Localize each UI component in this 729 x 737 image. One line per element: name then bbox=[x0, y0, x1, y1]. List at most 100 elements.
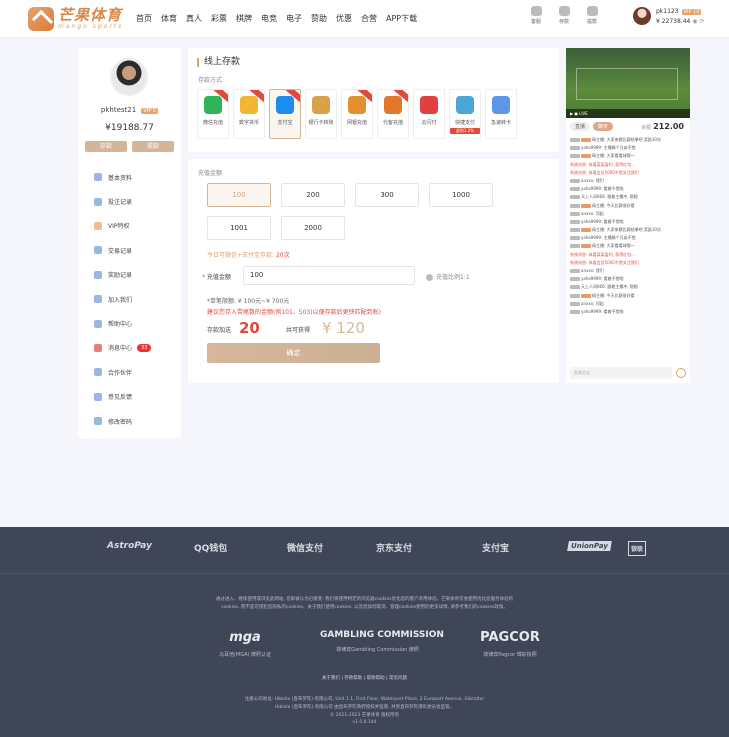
user-level-tag bbox=[570, 187, 580, 192]
gambling-commission-logo: GAMBLING COMMISSION bbox=[320, 630, 444, 640]
chat-message-text: anxxx: 顶起 bbox=[581, 300, 604, 306]
nav-live-casino[interactable]: 真人 bbox=[186, 13, 202, 24]
profile-menu: 基本资料 投注记录 VIP特权 交易记录 奖励记录 加入我们 帮助中心 消息中心… bbox=[94, 165, 152, 433]
withdraw-header-button[interactable]: 提款 bbox=[584, 6, 600, 25]
input-label-text: 充值金额 bbox=[206, 274, 231, 281]
footer-links[interactable]: 关于我们 | 存款帮助 | 取款帮助 | 常见问题 bbox=[0, 675, 729, 681]
video-control-bar[interactable]: ▶ ● LIVE bbox=[566, 109, 690, 118]
chat-message: 系统消息: 恭喜会员5000不错关注我们 bbox=[570, 259, 688, 267]
deposit-method-list: 微信充值 数字货币 支付宝 银行卡转账 网银充值 代客充值 云闪付 快捷支付 返利… bbox=[197, 89, 517, 139]
method-label-text: 快捷支付 bbox=[454, 120, 475, 126]
header-avatar[interactable] bbox=[633, 7, 651, 25]
method-agent-deposit[interactable]: 代客充值 bbox=[377, 89, 409, 139]
chat-message-text: 系统消息: 恭喜会员5000不错关注我们 bbox=[570, 169, 639, 175]
pagcor-license[interactable]: PAGCOR 菲律宾Pagcor 博彩执照 bbox=[465, 630, 555, 658]
chat-input[interactable]: 发表言论 bbox=[570, 367, 672, 379]
tab-chat[interactable]: 聊天 bbox=[593, 122, 614, 131]
vip-icon bbox=[94, 221, 102, 230]
nav-esports[interactable]: 电竞 bbox=[261, 13, 277, 24]
logo-title: 芒果体育 bbox=[58, 6, 123, 24]
menu-item-rewards[interactable]: 奖励记录 bbox=[94, 263, 151, 287]
chat-message-text: yaho9999: 主播踢个兄弟不错 bbox=[581, 145, 636, 151]
menu-item-join-us[interactable]: 加入我们 bbox=[94, 287, 151, 311]
menu-item-profile[interactable]: 基本资料 bbox=[94, 165, 151, 189]
eye-icon[interactable]: ◉ bbox=[692, 18, 697, 25]
method-unionpay-quickpass[interactable]: 云闪付 bbox=[413, 89, 445, 139]
crypto-icon bbox=[240, 96, 258, 114]
amount-option-1000[interactable]: 1000 bbox=[429, 183, 493, 207]
menu-item-partners[interactable]: 合作伙伴 bbox=[94, 360, 151, 384]
method-bank-transfer[interactable]: 银行卡转账 bbox=[305, 89, 337, 139]
ratio-text: 充值比例1:1 bbox=[436, 274, 470, 281]
reward-icon bbox=[94, 270, 102, 279]
money-bag-icon bbox=[384, 96, 402, 114]
deposit-amount-input[interactable]: 100 bbox=[243, 266, 415, 285]
confirm-button[interactable]: 确定 bbox=[207, 343, 380, 363]
mango-logo-icon bbox=[28, 7, 54, 31]
method-wechat[interactable]: 微信充值 bbox=[197, 89, 229, 139]
nav-affiliate[interactable]: 合营 bbox=[361, 13, 377, 24]
chat-message: anxxx: 顶起 bbox=[570, 210, 688, 218]
mga-license[interactable]: mga 马耳他(MGA) 牌照认证 bbox=[200, 630, 290, 658]
deposit-header-button[interactable]: 存款 bbox=[556, 6, 572, 25]
amount-option-2000[interactable]: 2000 bbox=[281, 216, 345, 240]
join-icon bbox=[94, 295, 102, 304]
nav-lottery[interactable]: 彩票 bbox=[211, 13, 227, 24]
user-icon bbox=[94, 173, 102, 182]
menu-item-messages[interactable]: 消息中心 33 bbox=[94, 336, 152, 360]
footer-address: 注册公司地址: Hibiola (直布罗陀) 有限公司, Unit 1.1, F… bbox=[244, 697, 485, 702]
live-video-player[interactable]: ▶ ● LIVE bbox=[566, 48, 690, 118]
menu-item-feedback[interactable]: 意见反馈 bbox=[94, 385, 151, 409]
chat-message-text: yaho9999: 看着不错啦 bbox=[581, 218, 624, 224]
refresh-icon[interactable]: ⟳ bbox=[699, 18, 704, 25]
emoji-icon[interactable] bbox=[676, 368, 686, 378]
chat-message: anxxx: 我们 bbox=[570, 267, 688, 275]
nav-chess[interactable]: 棋牌 bbox=[236, 13, 252, 24]
amount-option-100[interactable]: 100 bbox=[207, 183, 271, 207]
nav-app-download[interactable]: APP下载 bbox=[386, 13, 417, 24]
amount-option-1001[interactable]: 1001 bbox=[207, 216, 271, 240]
fast-card-icon bbox=[492, 96, 510, 114]
method-label-text: 支付宝 bbox=[277, 120, 293, 126]
user-level-tag bbox=[581, 244, 591, 249]
transaction-icon bbox=[94, 246, 102, 255]
menu-item-help[interactable]: 帮助中心 bbox=[94, 311, 151, 335]
method-quick-pay[interactable]: 快捷支付 返利1.2% bbox=[449, 89, 481, 139]
profile-sidebar: pkhtest21 VIP 5 ¥19188.77 存款 提款 基本资料 投注记… bbox=[78, 48, 181, 438]
method-fast-card[interactable]: 急速转卡 bbox=[485, 89, 517, 139]
nav-slots[interactable]: 电子 bbox=[286, 13, 302, 24]
method-label-text: 微信充值 bbox=[202, 120, 223, 126]
customer-service-button[interactable]: 客服 bbox=[528, 6, 544, 25]
nav-promotions[interactable]: 优惠 bbox=[336, 13, 352, 24]
unionpay-cn-logo: 银联 bbox=[628, 541, 647, 556]
site-logo[interactable]: 芒果体育 mango sports bbox=[28, 7, 123, 31]
amount-option-200[interactable]: 200 bbox=[281, 183, 345, 207]
profile-withdraw-button[interactable]: 提款 bbox=[132, 141, 174, 152]
amount-option-300[interactable]: 300 bbox=[355, 183, 419, 207]
chat-message: 天上人间666: 跟着主播冲, 稳稳 bbox=[570, 283, 688, 291]
user-level-tag bbox=[570, 236, 580, 241]
nav-sponsor[interactable]: 赞助 bbox=[311, 13, 327, 24]
footer-version: v1.0.0.144 bbox=[352, 720, 377, 725]
footer-divider bbox=[0, 573, 729, 574]
headset-icon bbox=[530, 6, 542, 16]
profile-deposit-button[interactable]: 存款 bbox=[85, 141, 127, 152]
user-level-tag bbox=[570, 195, 580, 200]
method-alipay[interactable]: 支付宝 bbox=[269, 89, 301, 139]
user-level-tag bbox=[570, 211, 580, 216]
amount-label: 充值金额 bbox=[198, 170, 223, 177]
method-crypto[interactable]: 数字货币 bbox=[233, 89, 265, 139]
gambling-commission-license[interactable]: GAMBLING COMMISSION 菲律宾Gambling Commissi… bbox=[320, 630, 444, 653]
method-online-banking[interactable]: 网银充值 bbox=[341, 89, 373, 139]
method-label: 存款方式 bbox=[198, 77, 223, 84]
menu-item-password[interactable]: 修改密码 bbox=[94, 409, 151, 433]
nav-home[interactable]: 首页 bbox=[136, 13, 152, 24]
menu-item-label: 帮助中心 bbox=[108, 321, 133, 329]
nav-sports[interactable]: 体育 bbox=[161, 13, 177, 24]
tab-live[interactable]: 直播 bbox=[570, 122, 591, 131]
menu-item-bet-record[interactable]: 投注记录 bbox=[94, 189, 151, 213]
menu-item-vip[interactable]: VIP特权 bbox=[94, 214, 151, 238]
chat-message-text: 系统消息: 恭喜某某盈利, 获得红包... bbox=[570, 251, 635, 257]
menu-item-transactions[interactable]: 交易记录 bbox=[94, 238, 151, 262]
total-label: 共可获得 bbox=[286, 327, 311, 334]
